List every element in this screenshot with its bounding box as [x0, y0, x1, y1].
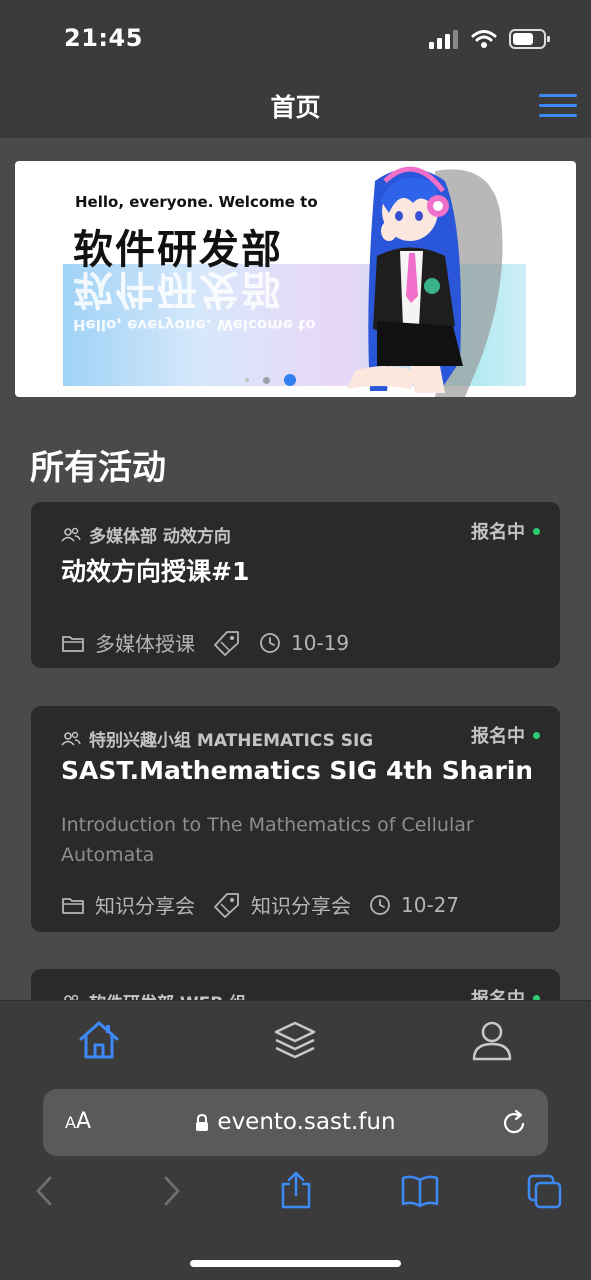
event-tag: [213, 630, 241, 656]
banner-hello: Hello, everyone. Welcome to: [75, 193, 318, 211]
tab-discover[interactable]: [272, 1017, 318, 1063]
header-bar: 首页: [0, 78, 591, 138]
status-dot: [533, 527, 540, 535]
status-bar: 21:45: [0, 0, 591, 78]
event-date-label: 10-19: [291, 630, 350, 655]
carousel-dot[interactable]: [263, 376, 270, 384]
event-category-label: 知识分享会: [95, 894, 195, 918]
url-text: evento.sast.fun: [217, 1109, 396, 1135]
carousel-dots[interactable]: [245, 374, 296, 386]
clock-icon: [260, 632, 280, 653]
event-tag: 知识分享会: [213, 890, 351, 919]
event-status: 报名中: [471, 518, 540, 544]
clock-icon: [370, 894, 390, 915]
mascot-illustration: [347, 166, 503, 397]
share-icon[interactable]: [280, 1170, 312, 1210]
tab-home[interactable]: [76, 1017, 122, 1063]
reload-icon[interactable]: [502, 1109, 528, 1137]
banner-title: 软件研发部: [73, 227, 283, 273]
bookmarks-icon[interactable]: [401, 1174, 439, 1208]
home-icon: [79, 1021, 119, 1059]
event-date: 10-19: [259, 631, 349, 655]
event-meta: 多媒体授课 10-19: [61, 628, 367, 657]
folder-icon: [62, 635, 84, 652]
event-description: Introduction to The Mathematics of Cellu…: [61, 814, 474, 866]
event-category: 多媒体授课: [61, 628, 195, 657]
address-bar[interactable]: AA evento.sast.fun: [43, 1089, 548, 1156]
event-status: 报名中: [471, 722, 540, 748]
carousel-dot-active[interactable]: [284, 374, 296, 386]
event-dept: 特别兴趣小组 MATHEMATICS SIG: [61, 726, 373, 751]
event-dept: 多媒体部 动效方向: [61, 522, 231, 547]
group-icon: [61, 527, 81, 542]
tag-icon: [214, 630, 239, 656]
banner-carousel[interactable]: 软件研发部 Hello, everyone. Welcome to Hello,…: [15, 161, 576, 397]
battery-icon: [509, 29, 550, 49]
bottom-tab-bar: [0, 1000, 591, 1078]
lock-icon: [196, 1113, 209, 1131]
group-icon: [61, 731, 81, 746]
tabs-icon[interactable]: [527, 1174, 563, 1210]
event-date-label: 10-27: [401, 892, 460, 917]
event-card[interactable]: 特别兴趣小组 MATHEMATICS SIG 报名中 SAST.Mathemat…: [31, 706, 560, 932]
event-date: 10-27: [369, 893, 459, 917]
event-status-label: 报名中: [471, 522, 525, 543]
layers-icon: [274, 1021, 316, 1059]
tab-profile[interactable]: [469, 1017, 515, 1063]
event-card[interactable]: 多媒体部 动效方向 报名中 动效方向授课#1 多媒体授课 10-19: [31, 502, 560, 668]
section-title: 所有活动: [30, 448, 166, 488]
url-display[interactable]: evento.sast.fun: [43, 1109, 548, 1135]
event-status-label: 报名中: [471, 726, 525, 747]
forward-icon[interactable]: [162, 1174, 182, 1208]
status-dot: [533, 731, 540, 739]
event-tag-label: 知识分享会: [251, 894, 351, 918]
carousel-dot[interactable]: [245, 378, 249, 382]
event-meta: 知识分享会 知识分享会 10-27: [61, 890, 477, 919]
wifi-icon: [471, 30, 497, 48]
banner-hello-reflection: Hello, everyone. Welcome to: [73, 316, 316, 334]
back-icon[interactable]: [34, 1174, 54, 1208]
menu-icon: [539, 94, 577, 97]
signal-icon: [429, 30, 458, 49]
browser-chrome: AA evento.sast.fun: [0, 1078, 591, 1280]
tag-icon: [214, 892, 239, 918]
event-dept-label: 多媒体部 动效方向: [89, 527, 231, 547]
user-icon: [472, 1021, 512, 1061]
event-category: 知识分享会: [61, 890, 195, 919]
home-indicator: [190, 1260, 401, 1267]
folder-icon: [62, 897, 84, 914]
menu-button[interactable]: [539, 94, 577, 120]
event-dept-label: 特别兴趣小组 MATHEMATICS SIG: [89, 731, 374, 751]
event-title: SAST.Mathematics SIG 4th Sharing I: [61, 756, 531, 785]
event-category-label: 多媒体授课: [95, 632, 195, 656]
status-icons: [429, 28, 551, 50]
page-title: 首页: [270, 93, 321, 122]
status-time: 21:45: [64, 24, 143, 52]
event-title: 动效方向授课#1: [61, 557, 250, 586]
